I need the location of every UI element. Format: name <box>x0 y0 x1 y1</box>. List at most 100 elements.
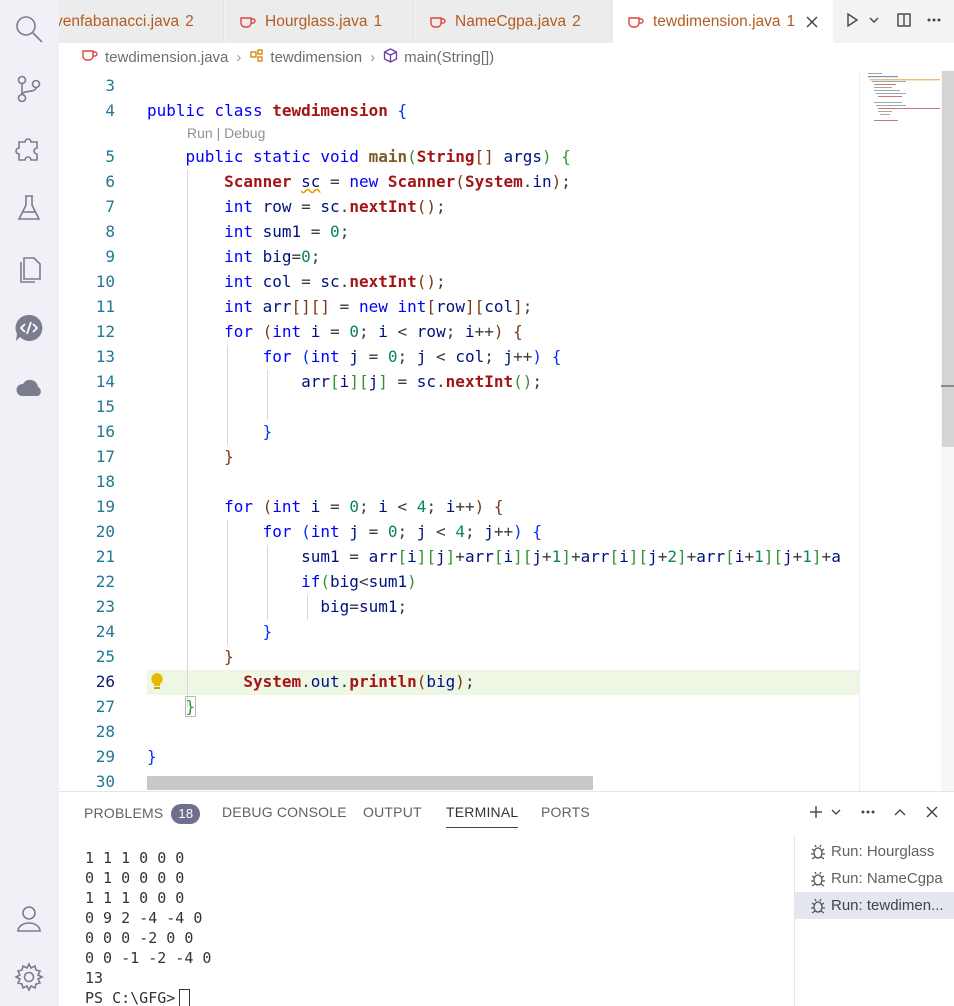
terminal-prompt: PS C:\GFG> <box>85 989 176 1006</box>
minimap-preview <box>868 73 940 121</box>
terminal-line: 1 1 1 0 0 0 <box>85 889 185 907</box>
line-number: 30 <box>95 772 115 791</box>
code-lines: public class tewdimension { public stati… <box>147 71 859 791</box>
debug-bug-icon <box>811 898 825 914</box>
code-line-11: int arr[][] = new int[row][col]; <box>224 297 533 316</box>
line-number: 3 <box>105 76 115 95</box>
activity-bar <box>0 0 59 1006</box>
line-number: 9 <box>105 247 115 266</box>
line-number: 10 <box>95 272 115 291</box>
line-number: 22 <box>95 572 115 591</box>
close-icon[interactable] <box>805 15 819 29</box>
code-line-12: for (int i = 0; i < row; i++) { <box>224 322 523 341</box>
line-number: 29 <box>95 747 115 766</box>
code-line-10: int col = sc.nextInt(); <box>224 272 446 291</box>
session-label: Run: NameCgpa <box>831 870 943 887</box>
code-line-19: for (int i = 0; i < 4; i++) { <box>224 497 504 516</box>
line-number: 6 <box>105 172 115 191</box>
tab-label: tewdimension.java <box>653 12 781 30</box>
java-coffee-icon <box>429 15 447 29</box>
split-editor-icon[interactable] <box>896 12 912 32</box>
terminal-prompt-line: PS C:\GFG> <box>85 988 191 1006</box>
code-line-26: System.out.println(big); <box>243 672 475 691</box>
extensions-icon[interactable] <box>12 131 46 165</box>
more-actions-icon[interactable] <box>926 12 942 32</box>
tab-debug-console[interactable]: DEBUG CONSOLE <box>222 804 347 828</box>
session-label: Run: Hourglass <box>831 843 935 860</box>
code-line-16: } <box>262 422 273 441</box>
session-label: Run: tewdimen... <box>831 897 944 914</box>
tab-problem-count: 2 <box>572 12 581 30</box>
terminal-session-namecgpa[interactable]: Run: NameCgpa <box>795 865 954 892</box>
tab-venfabanacci[interactable]: venfabanacci.java 2 <box>59 0 224 43</box>
explorer-files-icon[interactable] <box>12 251 46 285</box>
tab-output[interactable]: OUTPUT <box>363 804 422 828</box>
line-number: 13 <box>95 347 115 366</box>
line-number: 15 <box>95 397 115 416</box>
terminal-session-hourglass[interactable]: Run: Hourglass <box>795 838 954 865</box>
code-editor[interactable]: 3 4 5 6 7 8 9 10 11 12 13 14 15 16 17 18 19 20 21 22 23 24 25 2… <box>59 71 954 791</box>
terminal-sessions-list: Run: Hourglass Run: NameCgpa Run: tewdim… <box>794 836 954 1006</box>
terminal-line: 13 <box>85 969 104 987</box>
scrollbar-cursor-marker <box>941 385 954 387</box>
search-icon[interactable] <box>12 12 46 46</box>
code-line-8: int sum1 = 0; <box>224 222 350 241</box>
code-line-24: } <box>262 622 273 641</box>
code-line-21: sum1 = arr[i][j]+arr[i][j+1]+arr[i][j+2]… <box>301 547 841 566</box>
terminal-line: 1 1 1 0 0 0 <box>85 849 185 867</box>
java-coffee-icon <box>627 15 645 29</box>
tab-problem-count: 1 <box>786 12 796 30</box>
tab-problems[interactable]: PROBLEMS 18 <box>84 804 201 828</box>
tab-ports[interactable]: PORTS <box>541 804 590 828</box>
more-actions-icon[interactable] <box>860 804 876 824</box>
close-icon[interactable] <box>924 804 940 824</box>
source-control-icon[interactable] <box>12 72 46 106</box>
bottom-panel: PROBLEMS 18 DEBUG CONSOLE OUTPUT TERMINAL… <box>59 791 954 1006</box>
line-number: 26 <box>95 672 115 691</box>
new-terminal-plus-icon[interactable] <box>808 804 824 824</box>
breadcrumb-file[interactable]: tewdimension.java <box>105 49 228 66</box>
tab-hourglass[interactable]: Hourglass.java 1 <box>225 0 414 43</box>
tab-label: NameCgpa.java <box>455 12 567 30</box>
code-line-7: int row = sc.nextInt(); <box>224 197 446 216</box>
code-line-13: for (int j = 0; j < col; j++) { <box>262 347 562 366</box>
breadcrumb-method[interactable]: main(String[]) <box>404 49 494 66</box>
line-number: 8 <box>105 222 115 241</box>
line-number: 21 <box>95 547 115 566</box>
code-line-4: public class tewdimension { <box>147 101 408 120</box>
terminal-cursor <box>179 989 191 1006</box>
terminal-line: 0 1 0 0 0 0 <box>85 869 185 887</box>
line-number: 23 <box>95 597 115 616</box>
vertical-scrollbar[interactable] <box>941 71 954 791</box>
panel-actions <box>808 804 940 824</box>
line-number: 17 <box>95 447 115 466</box>
minimap[interactable] <box>859 71 941 791</box>
debug-bug-icon <box>811 871 825 887</box>
breadcrumb: tewdimension.java › tewdimension › main(… <box>59 43 954 71</box>
terminal-session-tewdimension[interactable]: Run: tewdimen... <box>795 892 954 919</box>
line-number: 19 <box>95 497 115 516</box>
scrollbar-thumb[interactable] <box>942 71 954 447</box>
line-number: 25 <box>95 647 115 666</box>
remote-cloud-icon[interactable] <box>12 371 46 405</box>
testing-flask-icon[interactable] <box>12 191 46 225</box>
terminal-line: 0 0 -1 -2 -4 0 <box>85 949 212 967</box>
chevron-down-icon[interactable] <box>828 804 844 824</box>
tab-problem-count: 2 <box>185 12 194 30</box>
terminal-line: 0 0 0 -2 0 0 <box>85 929 194 947</box>
line-number: 14 <box>95 372 115 391</box>
chevron-down-icon[interactable] <box>866 12 882 32</box>
tab-tewdimension[interactable]: tewdimension.java 1 <box>613 0 833 43</box>
code-chat-icon[interactable] <box>12 311 46 345</box>
line-number: 24 <box>95 622 115 641</box>
settings-gear-icon[interactable] <box>12 960 46 994</box>
tab-terminal[interactable]: TERMINAL <box>446 804 519 828</box>
account-icon[interactable] <box>12 901 46 935</box>
breadcrumb-class[interactable]: tewdimension <box>270 49 362 66</box>
tab-namecgpa[interactable]: NameCgpa.java 2 <box>415 0 612 43</box>
terminal-output[interactable]: 1 1 1 0 0 0 0 1 0 0 0 0 1 1 1 0 0 0 0 9 … <box>85 848 785 1006</box>
run-play-icon[interactable] <box>844 12 860 32</box>
editor-actions <box>844 0 954 43</box>
horizontal-scrollbar[interactable] <box>147 776 593 790</box>
maximize-panel-chevron-up-icon[interactable] <box>892 804 908 824</box>
